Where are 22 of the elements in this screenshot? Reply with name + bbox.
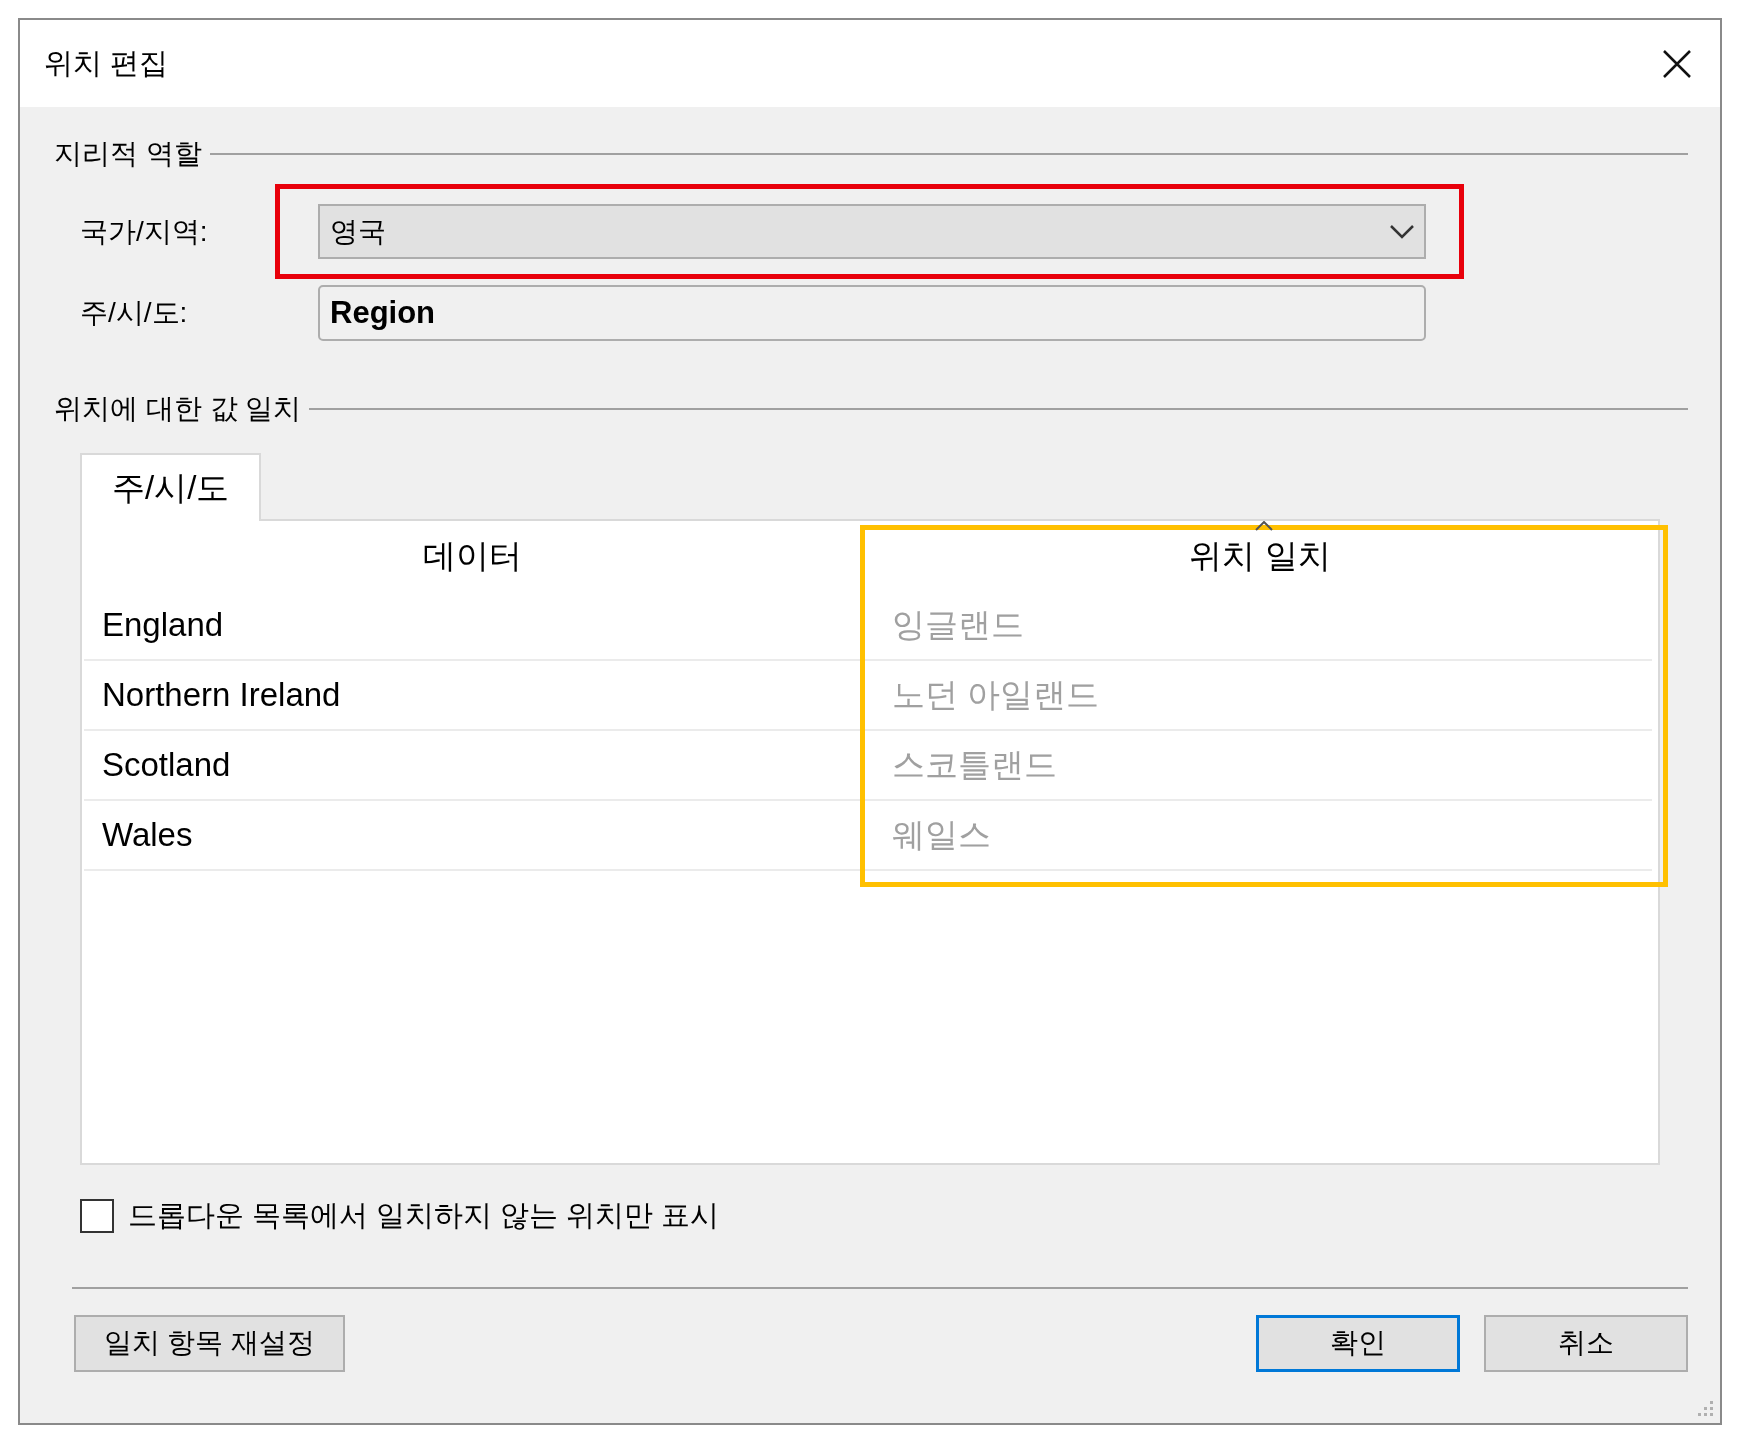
table-cell-text: England [101, 605, 225, 646]
country-dropdown[interactable]: 영국 [318, 204, 1426, 259]
window-title: 위치 편집 [44, 45, 169, 81]
dialog-button[interactable]: 취소 [1484, 1314, 1688, 1372]
table-cell-text: 노던 아일랜드 [891, 675, 1101, 716]
table-cell-text: 잉글랜드 [891, 605, 1025, 646]
field-label: 국가/지역: [80, 214, 209, 249]
dialog-button[interactable]: 확인 [1256, 1314, 1460, 1372]
table-cell-text: 웨일스 [891, 815, 992, 856]
group-label: 지리적 역할 [54, 137, 202, 171]
table-cell-text: Scotland [101, 745, 232, 786]
column-header[interactable]: 위치 일치 [862, 531, 1658, 581]
field-label: 주/시/도: [80, 296, 189, 330]
group-label: 위치에 대한 값 일치 [54, 392, 302, 426]
column-header[interactable]: 데이터 [82, 531, 862, 581]
state-field[interactable]: Region [318, 285, 1426, 341]
table-cell-text: 스코틀랜드 [891, 745, 1058, 786]
table-cell-text: Northern Ireland [101, 675, 342, 716]
table-cell-text: Wales [101, 815, 194, 856]
tab[interactable]: 주/시/도 [80, 453, 262, 521]
dialog-button[interactable]: 일치 항목 재설정 [74, 1314, 345, 1372]
checkbox-label: 드롭다운 목록에서 일치하지 않는 위치만 표시 [128, 1198, 720, 1233]
